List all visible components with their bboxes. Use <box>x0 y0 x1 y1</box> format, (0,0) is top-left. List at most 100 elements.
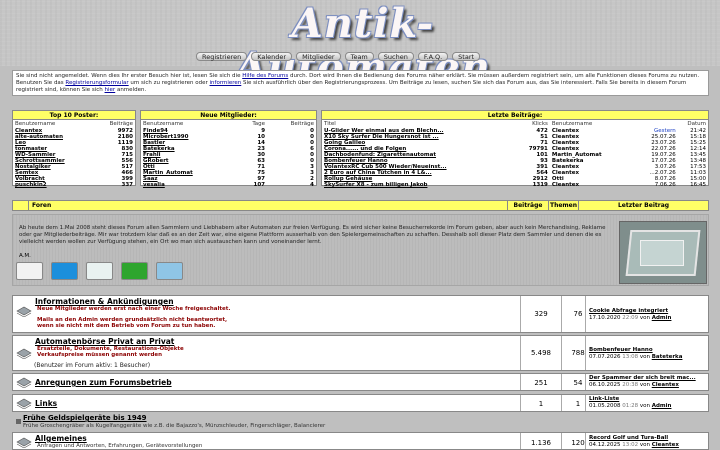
registration-form-link[interactable]: Registrierungsformular <box>65 80 128 86</box>
forum-desc-1: Anfragen und Antworten, Erfahrungen, Ger… <box>37 443 203 449</box>
forum-table-header: Foren Beiträge Themen Letzter Beitrag <box>12 200 709 211</box>
twitter-bird-icon[interactable] <box>51 262 78 280</box>
latest-posts-table: Titel Klicks Benutzername Datum U-Glider We… <box>322 120 708 188</box>
post-time: 16:45 <box>690 182 706 188</box>
nav-kalender[interactable]: Kalender <box>251 52 293 61</box>
intro-text-5: anmelden. <box>115 87 147 93</box>
member-days: 107 <box>253 182 266 188</box>
col-clicks: Klicks <box>532 121 548 127</box>
new-members-table: Benutzername Tage Beiträge Finde94 9 0 Microb… <box>141 120 316 188</box>
col-username: Benutzername <box>143 121 184 127</box>
forum-folder-icon <box>16 377 32 388</box>
forum-row-informationen[interactable]: Informationen & Ankündigungen Neue Mitgl… <box>12 295 709 333</box>
post-count: 1 <box>538 400 544 408</box>
forum-row-allgemeines[interactable]: Allgemeines Anfragen und Antworten, Erfa… <box>12 432 709 450</box>
nav-suchen[interactable]: Suchen <box>377 52 414 61</box>
latest-post-row: SkySurfer X8 - zum billigen Jakob 1319 Cle… <box>322 182 708 188</box>
welcome-signature: A.M. <box>19 253 31 259</box>
social-icons <box>16 262 183 280</box>
last-post-title[interactable]: Der Spammer der sich breit mac... <box>589 375 696 382</box>
forum-row-links[interactable]: Links 1 1 Link-Liste 01.05.2008 01:28 vo… <box>12 394 709 412</box>
last-post-by: von <box>639 315 650 321</box>
forum-title[interactable]: Allgemeines <box>35 434 87 443</box>
poster-name[interactable]: puschkin2 <box>13 182 94 188</box>
last-post-time: 01:28 <box>622 403 639 409</box>
post-date: 7.06.26 <box>654 182 676 188</box>
last-post-time: 13:02 <box>622 442 639 448</box>
last-post-user[interactable]: Admin <box>652 403 672 409</box>
forum-title[interactable]: Automatenbörse Privat an Privat <box>35 337 174 346</box>
member-name[interactable]: vesalia <box>141 182 237 188</box>
last-post: Bombenfeuer Hanno 07.07.2026 13:08 von B… <box>589 347 682 361</box>
last-post-user[interactable]: Admin <box>652 315 672 321</box>
intro-text-1: Sie sind nicht angemeldet. Wenn dies Ihr… <box>16 73 243 79</box>
nav-start[interactable]: Start <box>452 52 481 61</box>
col-date: Datum <box>687 121 706 127</box>
last-post-title[interactable]: Cookie Abfrage integriert <box>589 308 671 315</box>
forum-folder-icon <box>16 398 32 409</box>
last-post-time: 22:09 <box>622 315 639 321</box>
forum-title[interactable]: Links <box>35 399 57 408</box>
forum-title[interactable]: Anregungen zum Forumsbetrieb <box>35 378 172 387</box>
forum-folder-icon <box>16 437 32 448</box>
last-post-time: 13:08 <box>622 354 639 360</box>
last-post-date: 04.12.2025 <box>589 442 621 448</box>
last-post-by: von <box>639 442 650 448</box>
truck-icon[interactable] <box>121 262 148 280</box>
col-title: Titel <box>324 121 336 127</box>
header-posts: Beiträge <box>508 201 549 210</box>
nav-faq[interactable]: F.A.Q. <box>417 52 449 61</box>
last-post-title[interactable]: Record Golf und Tura-Ball <box>589 435 679 442</box>
last-post-by: von <box>639 354 650 360</box>
forum-desc-2: Verkaufspreise müssen genannt werden <box>37 352 163 358</box>
guest-notice: Sie sind nicht angemeldet. Wenn dies Ihr… <box>12 70 709 96</box>
new-members-panel: Neue Mitglieder: Benutzername Tage Beiträg… <box>140 110 317 188</box>
post-count: 5.498 <box>530 349 552 357</box>
post-count: 329 <box>534 310 548 318</box>
last-post-time: 20:38 <box>622 382 639 388</box>
category-bullet-icon <box>16 419 21 424</box>
help-link[interactable]: Hilfe des Forums <box>242 73 288 79</box>
leaf-icon[interactable] <box>86 262 113 280</box>
last-post: Record Golf und Tura-Ball 04.12.2025 13:… <box>589 435 679 449</box>
nav-registrieren[interactable]: Registrieren <box>196 52 248 61</box>
top-poster-row: puschkin2 337 <box>13 182 135 188</box>
quill-icon[interactable] <box>16 262 43 280</box>
active-users-note: (Benutzer im Forum aktiv: 1 Besucher) <box>34 362 151 369</box>
last-post-user[interactable]: Cleantex <box>652 442 679 448</box>
col-posts: Beiträge <box>290 121 314 127</box>
login-here-link[interactable]: hier <box>105 87 116 93</box>
last-post-title[interactable]: Bombenfeuer Hanno <box>589 347 682 354</box>
col-username: Benutzername <box>15 121 56 127</box>
post-user[interactable]: Cleantex <box>550 182 632 188</box>
weather-icon[interactable] <box>156 262 183 280</box>
info-link[interactable]: informieren <box>210 80 242 86</box>
last-post-by: von <box>639 403 650 409</box>
last-post: Link-Liste 01.05.2008 01:28 von Admin <box>589 396 671 410</box>
col-posts: Beiträge <box>109 121 133 127</box>
main-nav: Registrieren Kalender Mitglieder Team Su… <box>196 52 481 62</box>
last-post-title[interactable]: Link-Liste <box>589 396 671 403</box>
forum-desc-1: Neue Mitglieder werden erst nach einer W… <box>37 306 231 312</box>
last-post-user[interactable]: Cleantex <box>652 382 679 388</box>
last-post-date: 01.05.2008 <box>589 403 621 409</box>
header: Antik-Automaten Registrieren Kalender Mi… <box>0 0 720 90</box>
forum-row-anregungen[interactable]: Anregungen zum Forumsbetrieb 251 54 Der … <box>12 373 709 391</box>
member-posts: 4 <box>310 182 314 188</box>
nav-mitglieder[interactable]: Mitglieder <box>296 52 341 61</box>
nav-team[interactable]: Team <box>344 52 374 61</box>
forum-title[interactable]: Informationen & Ankündigungen <box>35 297 174 306</box>
last-post-by: von <box>639 382 650 388</box>
category-title[interactable]: Frühe Geldspielgeräte bis 1949 <box>23 414 147 422</box>
header-spacer <box>13 201 29 210</box>
top-posters-title: Top 10 Poster: <box>13 111 135 120</box>
post-count: 251 <box>534 379 548 387</box>
site-logo[interactable]: Antik-Automaten <box>168 2 558 90</box>
new-member-row: vesalia 107 4 <box>141 182 316 188</box>
latest-posts-panel: Letzte Beiträge: Titel Klicks Benutzername… <box>321 110 709 188</box>
top-posters-table: Benutzername Beiträge Cleantex 9972 alte-au… <box>13 120 135 188</box>
last-post-user[interactable]: Bateterka <box>652 354 683 360</box>
post-title[interactable]: SkySurfer X8 - zum billigen Jakob <box>322 182 515 188</box>
post-count: 1.136 <box>530 439 552 447</box>
intro-text-3: um sich zu registrieren oder <box>128 80 210 86</box>
